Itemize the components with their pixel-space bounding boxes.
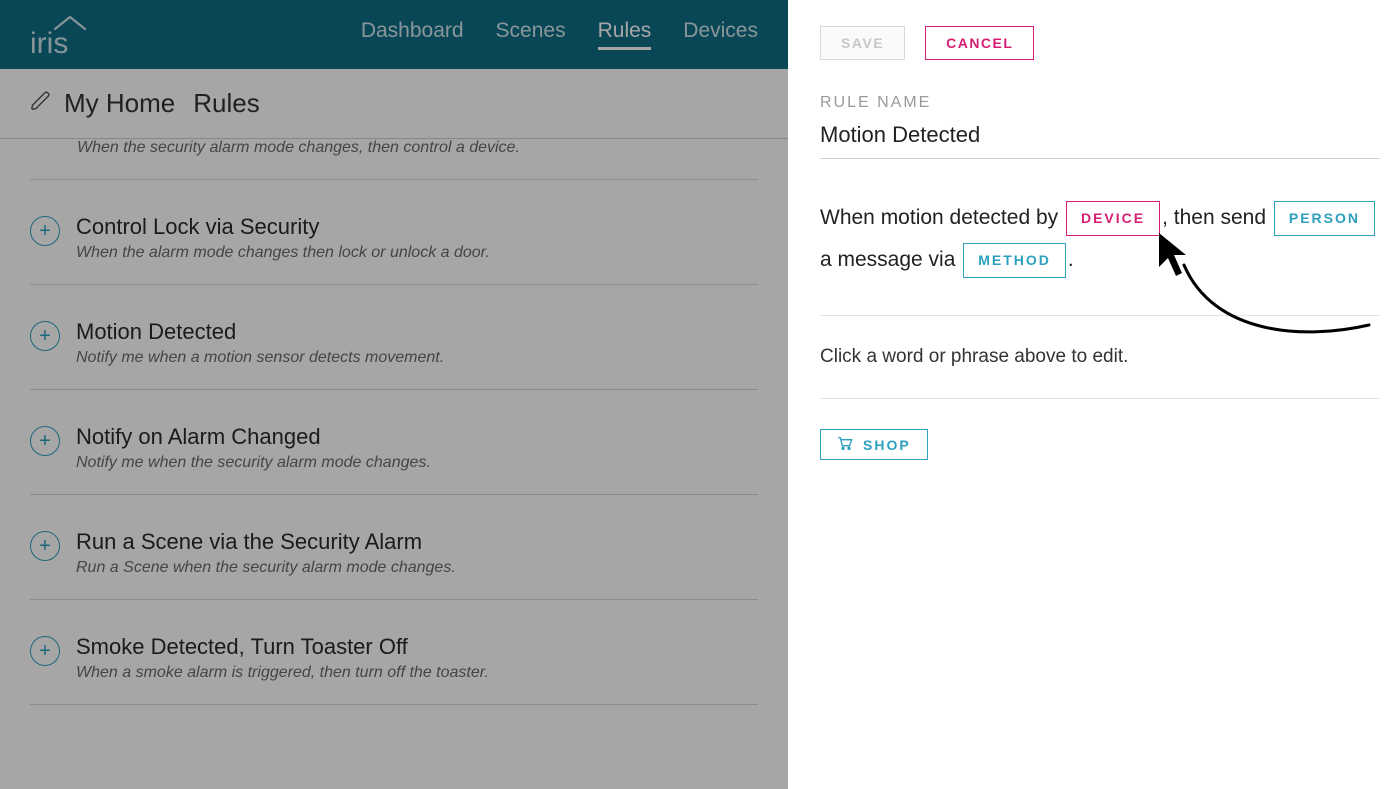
sentence-text: a message via <box>820 248 955 271</box>
nav-devices[interactable]: Devices <box>683 19 758 50</box>
nav-scenes[interactable]: Scenes <box>496 19 566 50</box>
rule-title: Smoke Detected, Turn Toaster Off <box>76 634 489 660</box>
rule-description: Run a Scene when the security alarm mode… <box>76 559 456 577</box>
add-rule-icon[interactable]: + <box>30 636 60 666</box>
rule-sentence: When motion detected by DEVICE, then sen… <box>820 197 1380 316</box>
rule-item[interactable]: + Notify on Alarm Changed Notify me when… <box>30 390 758 495</box>
rule-name-label: RULE NAME <box>820 94 1380 112</box>
shop-button[interactable]: SHOP <box>820 429 928 460</box>
cancel-button[interactable]: CANCEL <box>925 26 1034 60</box>
cart-icon <box>837 436 853 453</box>
rule-description-partial: When the security alarm mode changes, th… <box>30 139 758 180</box>
rule-editor-panel: SAVE CANCEL RULE NAME When motion detect… <box>788 0 1400 789</box>
sentence-text: . <box>1068 248 1074 271</box>
edit-hint-text: Click a word or phrase above to edit. <box>820 346 1380 399</box>
device-chip[interactable]: DEVICE <box>1066 201 1160 236</box>
sentence-text: , then send <box>1162 206 1266 229</box>
rule-description: When the alarm mode changes then lock or… <box>76 244 490 262</box>
add-rule-icon[interactable]: + <box>30 216 60 246</box>
rule-name-input[interactable] <box>820 118 1380 159</box>
svg-text:iris: iris <box>30 27 68 57</box>
rule-title: Control Lock via Security <box>76 214 490 240</box>
rule-description: Notify me when a motion sensor detects m… <box>76 349 444 367</box>
rules-list: When the security alarm mode changes, th… <box>0 139 788 789</box>
nav-rules[interactable]: Rules <box>598 19 652 50</box>
rule-description: Notify me when the security alarm mode c… <box>76 454 431 472</box>
nav-dashboard[interactable]: Dashboard <box>361 19 464 50</box>
add-rule-icon[interactable]: + <box>30 531 60 561</box>
rule-title: Run a Scene via the Security Alarm <box>76 529 456 555</box>
breadcrumb-section: Rules <box>193 88 259 119</box>
rule-item[interactable]: + Control Lock via Security When the ala… <box>30 180 758 285</box>
shop-label: SHOP <box>863 437 911 453</box>
rule-item[interactable]: + Smoke Detected, Turn Toaster Off When … <box>30 600 758 705</box>
rule-title: Notify on Alarm Changed <box>76 424 431 450</box>
add-rule-icon[interactable]: + <box>30 426 60 456</box>
method-chip[interactable]: METHOD <box>963 243 1066 278</box>
rule-item[interactable]: + Motion Detected Notify me when a motio… <box>30 285 758 390</box>
add-rule-icon[interactable]: + <box>30 321 60 351</box>
rule-title: Motion Detected <box>76 319 444 345</box>
person-chip[interactable]: PERSON <box>1274 201 1375 236</box>
page-subheader: My Home Rules <box>0 69 788 139</box>
rule-description: When a smoke alarm is triggered, then tu… <box>76 664 489 682</box>
top-nav-bar: iris Dashboard Scenes Rules Devices <box>0 0 788 69</box>
edit-icon[interactable] <box>30 88 52 119</box>
iris-logo: iris <box>30 13 92 57</box>
save-button[interactable]: SAVE <box>820 26 905 60</box>
rule-item[interactable]: + Run a Scene via the Security Alarm Run… <box>30 495 758 600</box>
sentence-text: When motion detected by <box>820 206 1058 229</box>
breadcrumb-home: My Home <box>64 88 175 119</box>
